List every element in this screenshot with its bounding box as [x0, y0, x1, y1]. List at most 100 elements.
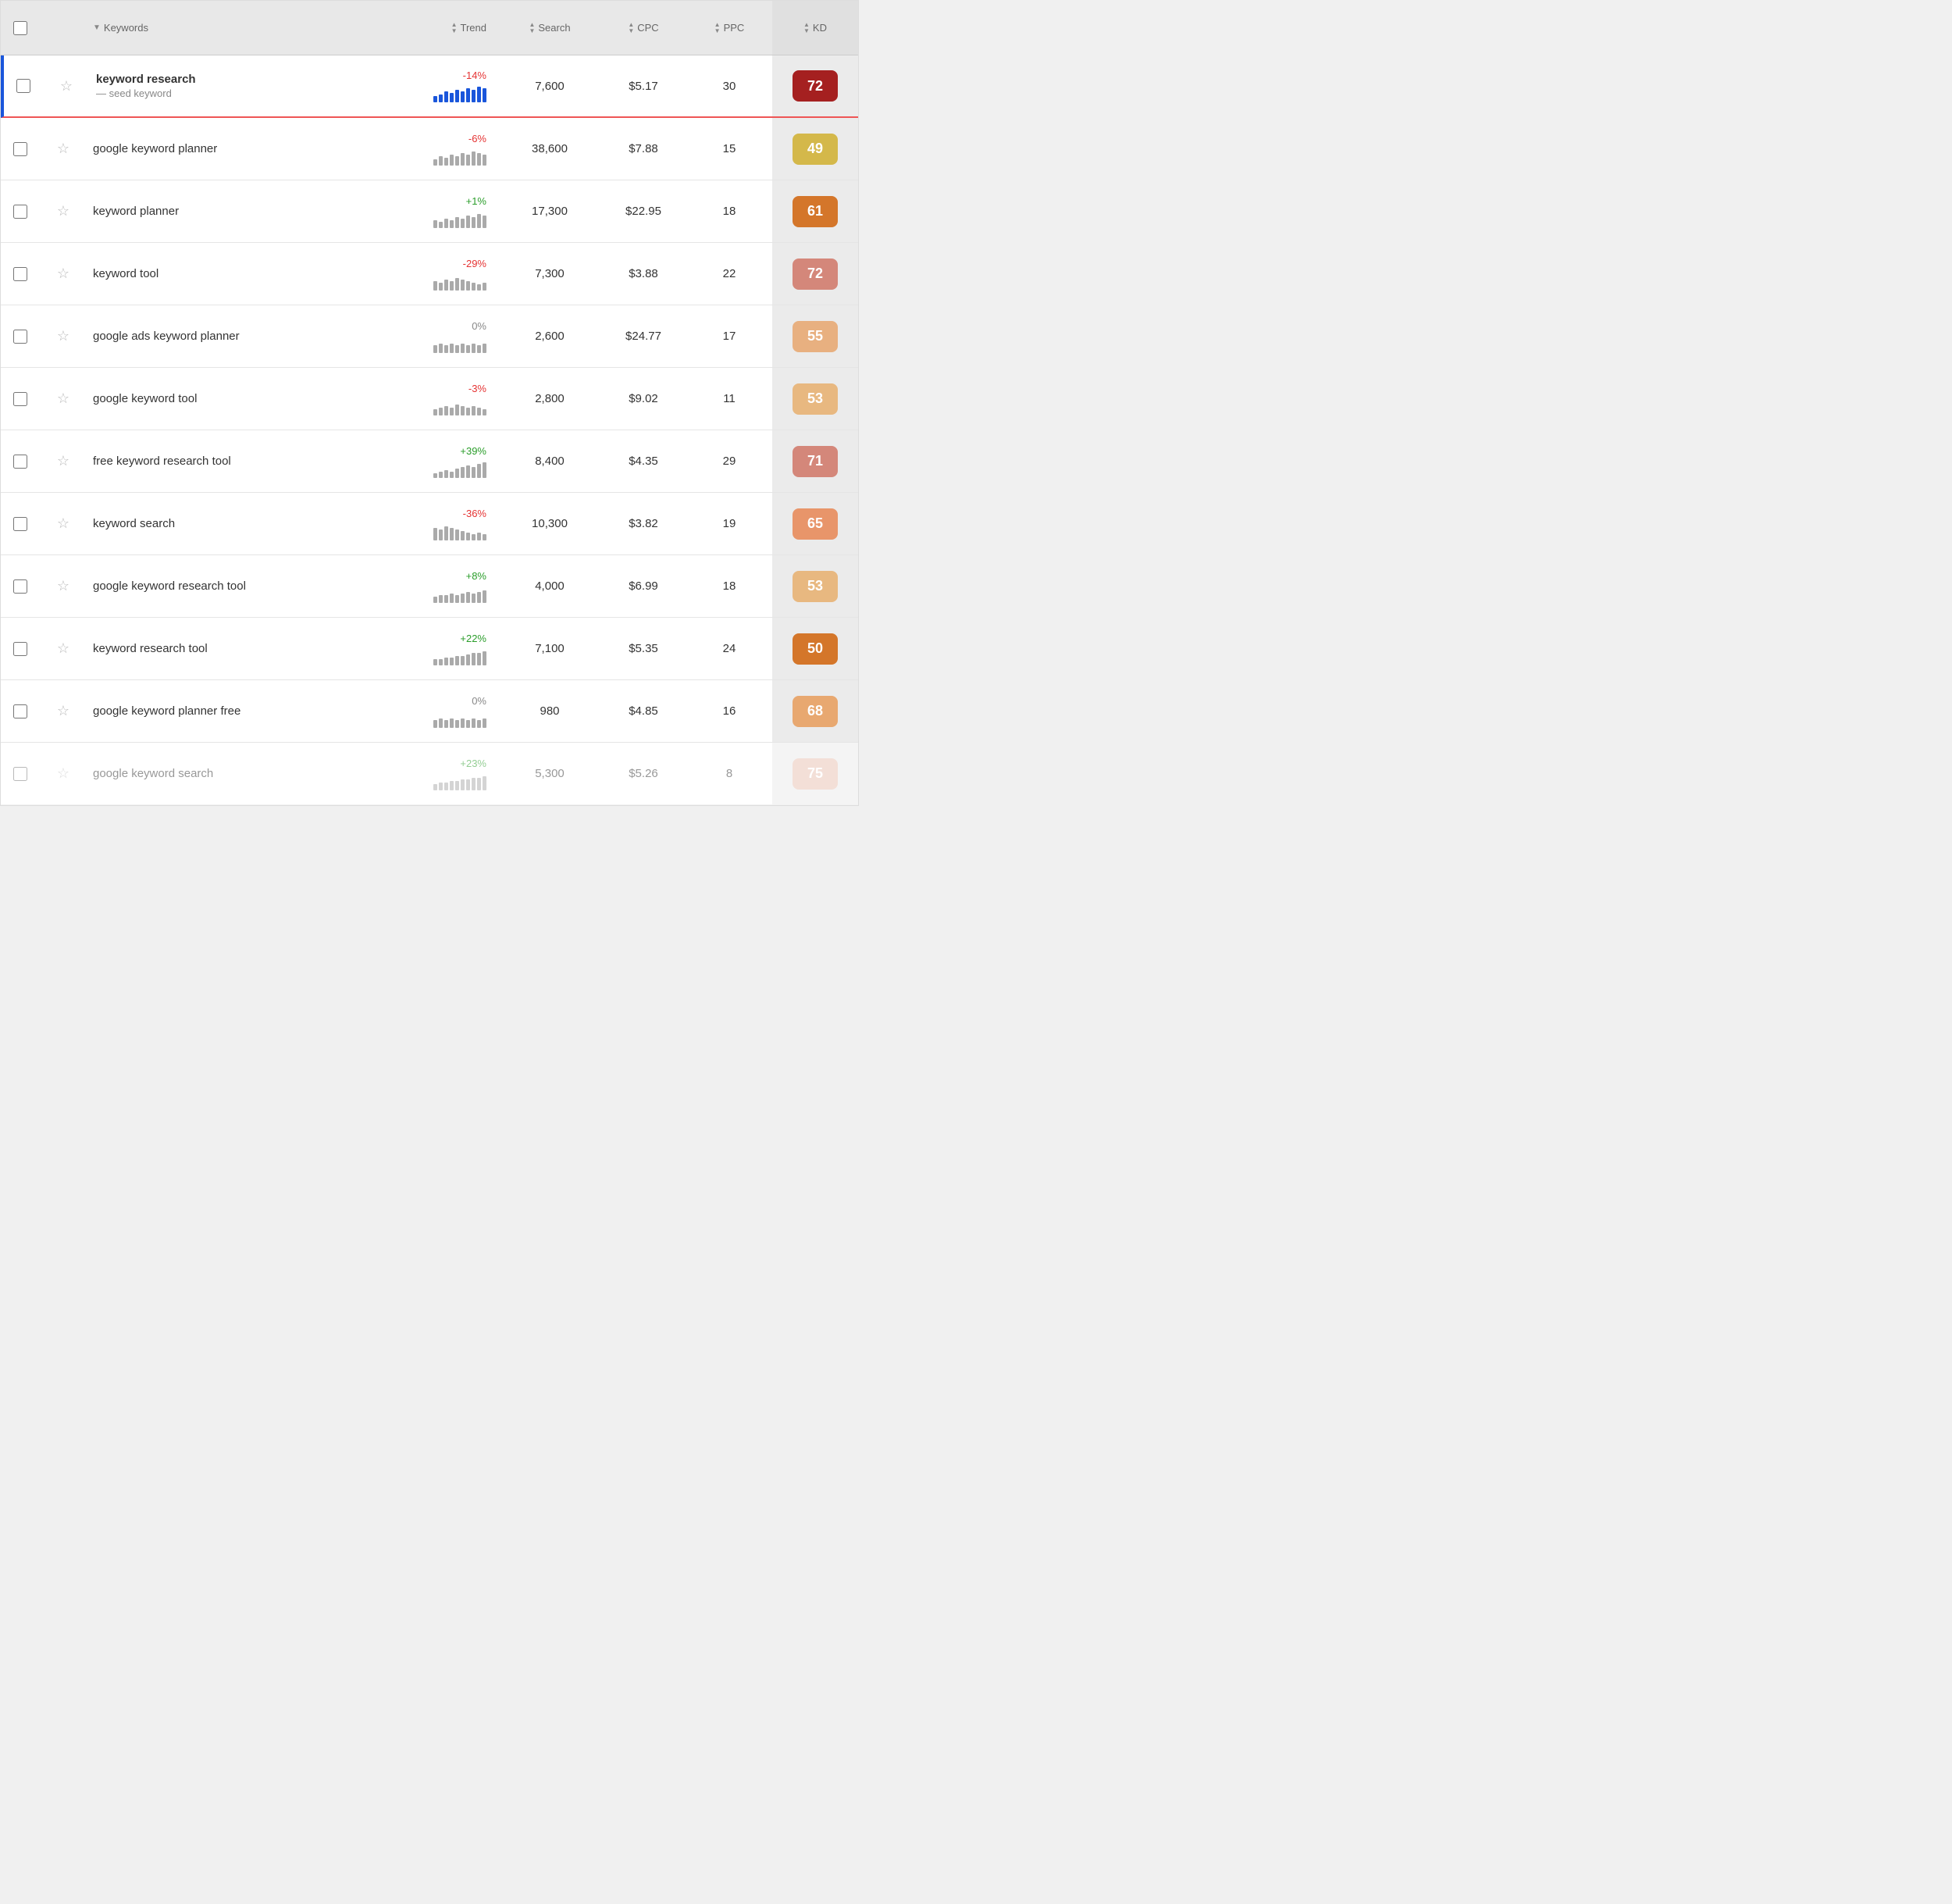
keyword-name[interactable]: google ads keyword planner [93, 330, 240, 343]
row-checkbox-cell[interactable] [1, 198, 40, 225]
keyword-name[interactable]: keyword tool [93, 267, 159, 280]
row-checkbox-cell[interactable] [1, 636, 40, 662]
chart-bar [483, 776, 486, 790]
chart-bar [461, 656, 465, 665]
keyword-name[interactable]: google keyword research tool [93, 579, 246, 593]
row-checkbox[interactable] [16, 79, 30, 93]
mini-chart [433, 647, 486, 665]
keyword-name[interactable]: keyword search [93, 517, 175, 530]
row-checkbox-cell[interactable] [1, 573, 40, 600]
row-checkbox-cell[interactable] [1, 448, 40, 475]
header-cpc[interactable]: ▲▼ CPC [600, 22, 686, 34]
star-button[interactable]: ☆ [40, 634, 87, 663]
keyword-name[interactable]: google keyword search [93, 767, 213, 780]
header-ppc[interactable]: ▲▼ PPC [686, 22, 772, 34]
trend-cell: 0% [374, 689, 499, 734]
keyword-cell: google ads keyword planner [87, 323, 374, 349]
trend-cell: +1% [374, 189, 499, 234]
mini-chart [433, 522, 486, 540]
star-button[interactable]: ☆ [40, 259, 87, 288]
star-button[interactable]: ☆ [43, 72, 90, 101]
row-checkbox[interactable] [13, 267, 27, 281]
row-checkbox[interactable] [13, 205, 27, 219]
row-checkbox-cell[interactable] [1, 761, 40, 787]
chart-bar [461, 153, 465, 166]
chart-bar [450, 658, 454, 665]
star-button[interactable]: ☆ [40, 697, 87, 726]
star-button[interactable]: ☆ [40, 197, 87, 226]
chart-bar [461, 467, 465, 478]
keyword-name[interactable]: keyword planner [93, 205, 179, 218]
chart-bar [477, 653, 481, 665]
keyword-name[interactable]: google keyword planner free [93, 704, 240, 718]
mini-chart [433, 272, 486, 291]
star-button[interactable]: ☆ [40, 572, 87, 601]
trend-percent: -29% [463, 258, 486, 269]
star-button[interactable]: ☆ [40, 509, 87, 538]
row-checkbox-cell[interactable] [1, 136, 40, 162]
cpc-cell: $5.17 [600, 73, 686, 99]
keyword-name[interactable]: keyword research [96, 73, 196, 86]
kd-label: KD [813, 22, 827, 34]
header-trend[interactable]: ▲▼ Trend [374, 22, 499, 34]
row-checkbox-cell[interactable] [4, 73, 43, 99]
table-row: ☆google keyword planner-6%38,600$7.88154… [1, 118, 858, 180]
ppc-cell: 16 [686, 698, 772, 724]
chart-bar [450, 594, 454, 603]
keyword-cell: keyword search [87, 511, 374, 537]
row-checkbox[interactable] [13, 517, 27, 531]
star-button[interactable]: ☆ [40, 447, 87, 476]
header-keywords[interactable]: ▼ Keywords [87, 22, 374, 34]
table-row: ☆keyword research— seed keyword-14%7,600… [1, 55, 858, 118]
keywords-label: Keywords [104, 22, 148, 34]
keyword-name[interactable]: free keyword research tool [93, 455, 231, 468]
chart-bar [444, 526, 448, 540]
chart-bar [455, 156, 459, 166]
chart-bar [472, 344, 476, 353]
row-checkbox-cell[interactable] [1, 698, 40, 725]
select-all-checkbox[interactable] [13, 21, 27, 35]
row-checkbox[interactable] [13, 392, 27, 406]
ppc-cell: 18 [686, 198, 772, 224]
star-button[interactable]: ☆ [40, 759, 87, 788]
kd-badge: 75 [793, 758, 838, 790]
header-kd[interactable]: ▲▼ KD [772, 1, 858, 55]
row-checkbox[interactable] [13, 642, 27, 656]
trend-cell: +39% [374, 439, 499, 484]
cpc-cell: $6.99 [600, 573, 686, 599]
star-button[interactable]: ☆ [40, 134, 87, 163]
cpc-cell: $3.82 [600, 511, 686, 537]
row-checkbox-cell[interactable] [1, 323, 40, 350]
star-button[interactable]: ☆ [40, 384, 87, 413]
chart-bar [439, 408, 443, 415]
star-button[interactable]: ☆ [40, 322, 87, 351]
row-checkbox-cell[interactable] [1, 261, 40, 287]
kd-cell: 53 [772, 368, 858, 430]
chart-bar [444, 470, 448, 478]
chart-bar [433, 784, 437, 790]
row-checkbox-cell[interactable] [1, 511, 40, 537]
cpc-cell: $4.85 [600, 698, 686, 724]
row-checkbox[interactable] [13, 704, 27, 718]
header-checkbox-cell[interactable] [1, 21, 40, 35]
keyword-name[interactable]: google keyword planner [93, 142, 217, 155]
table-row: ☆google keyword search+23%5,300$5.26875 [1, 743, 858, 805]
row-checkbox[interactable] [13, 455, 27, 469]
sort-arrows-kd: ▲▼ [803, 22, 810, 34]
header-search[interactable]: ▲▼ Search [499, 22, 600, 34]
ppc-cell: 8 [686, 761, 772, 786]
row-checkbox-cell[interactable] [1, 386, 40, 412]
chart-bar [461, 406, 465, 415]
row-checkbox[interactable] [13, 767, 27, 781]
row-checkbox[interactable] [13, 142, 27, 156]
keyword-name[interactable]: keyword research tool [93, 642, 208, 655]
chart-bar [472, 90, 476, 102]
ppc-label: PPC [724, 22, 745, 34]
chart-bar [483, 409, 486, 415]
table-row: ☆keyword planner+1%17,300$22.951861 [1, 180, 858, 243]
row-checkbox[interactable] [13, 579, 27, 594]
chart-bar [472, 534, 476, 540]
keyword-name[interactable]: google keyword tool [93, 392, 197, 405]
search-label: Search [538, 22, 570, 34]
row-checkbox[interactable] [13, 330, 27, 344]
